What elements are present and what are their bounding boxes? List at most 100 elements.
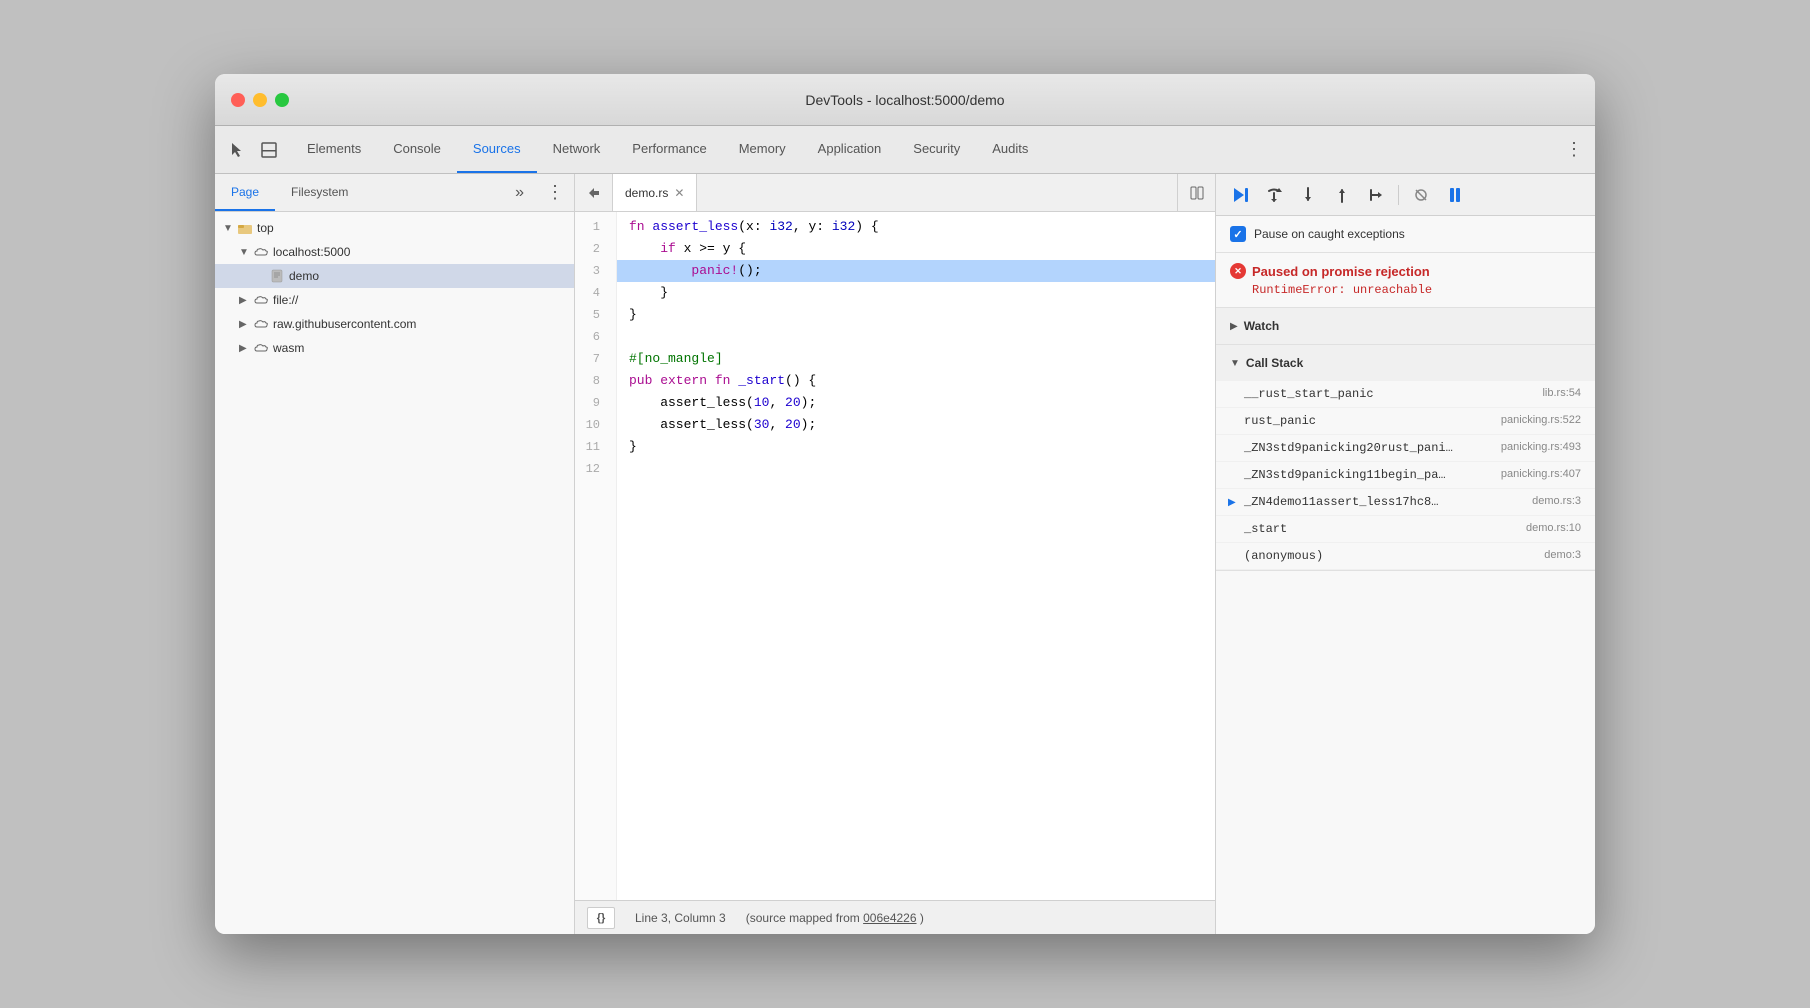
call-frame-loc-1: panicking.rs:522 bbox=[1501, 414, 1581, 426]
devtools-icons bbox=[223, 126, 283, 173]
editor-format-btn[interactable] bbox=[1177, 174, 1215, 211]
call-frame-4[interactable]: demo.rs:3 _ZN4demo11assert_less17hc8… bbox=[1216, 489, 1595, 516]
call-frame-3[interactable]: panicking.rs:407 _ZN3std9panicking11begi… bbox=[1216, 462, 1595, 489]
tree-item-file[interactable]: ▶ file:// bbox=[215, 288, 574, 312]
tab-page[interactable]: Page bbox=[215, 174, 275, 211]
maximize-button[interactable] bbox=[275, 93, 289, 107]
callstack-section: ▼ Call Stack lib.rs:54 __rust_start_pani… bbox=[1216, 345, 1595, 571]
code-line-9: assert_less(10, 20); bbox=[617, 392, 1215, 414]
rejection-detail: RuntimeError: unreachable bbox=[1230, 283, 1581, 297]
dock-icon[interactable] bbox=[255, 136, 283, 164]
watch-title: Watch bbox=[1244, 319, 1280, 333]
panel-more-button[interactable]: ⋮ bbox=[536, 174, 574, 211]
tree-item-raw[interactable]: ▶ raw.githubusercontent.com bbox=[215, 312, 574, 336]
tree-arrow-file: ▶ bbox=[239, 295, 253, 306]
left-panel-tabs: Page Filesystem » ⋮ bbox=[215, 174, 574, 212]
step-into-button[interactable] bbox=[1294, 181, 1322, 209]
step-button[interactable] bbox=[1362, 181, 1390, 209]
step-out-button[interactable] bbox=[1328, 181, 1356, 209]
status-source-map: (source mapped from 006e4226 ) bbox=[746, 911, 924, 925]
line-numbers: 1 2 3 4 5 6 7 8 9 10 11 12 bbox=[575, 212, 617, 900]
watch-header[interactable]: ▶ Watch bbox=[1216, 308, 1595, 344]
cloud-icon-raw bbox=[253, 316, 269, 332]
editor-tab-close[interactable]: ✕ bbox=[674, 186, 684, 200]
tab-console[interactable]: Console bbox=[377, 126, 457, 173]
call-frame-0[interactable]: lib.rs:54 __rust_start_panic bbox=[1216, 381, 1595, 408]
tree-item-demo[interactable]: demo bbox=[215, 264, 574, 288]
error-icon bbox=[1230, 263, 1246, 279]
tab-memory[interactable]: Memory bbox=[723, 126, 802, 173]
tree-arrow-localhost: ▼ bbox=[239, 247, 253, 258]
tree-item-wasm[interactable]: ▶ wasm bbox=[215, 336, 574, 360]
tree-label-raw: raw.githubusercontent.com bbox=[273, 317, 416, 331]
close-button[interactable] bbox=[231, 93, 245, 107]
tab-audits[interactable]: Audits bbox=[976, 126, 1044, 173]
right-panel: Pause on caught exceptions Paused on pro… bbox=[1215, 174, 1595, 934]
code-editor: demo.rs ✕ 1 2 3 4 5 6 7 bbox=[575, 174, 1215, 934]
code-line-3: panic!(); bbox=[617, 260, 1215, 282]
step-over-button[interactable] bbox=[1260, 181, 1288, 209]
exception-checkbox[interactable] bbox=[1230, 226, 1246, 242]
call-frame-2[interactable]: panicking.rs:493 _ZN3std9panicking20rust… bbox=[1216, 435, 1595, 462]
deactivate-breakpoints-button[interactable] bbox=[1407, 181, 1435, 209]
rejection-section: Paused on promise rejection RuntimeError… bbox=[1216, 253, 1595, 308]
callstack-header[interactable]: ▼ Call Stack bbox=[1216, 345, 1595, 381]
call-stack-list: lib.rs:54 __rust_start_panic panicking.r… bbox=[1216, 381, 1595, 570]
tree-label-file: file:// bbox=[273, 293, 298, 307]
call-frame-6[interactable]: demo:3 (anonymous) bbox=[1216, 543, 1595, 570]
call-frame-5[interactable]: demo.rs:10 _start bbox=[1216, 516, 1595, 543]
left-panel: Page Filesystem » ⋮ ▼ top ▼ bbox=[215, 174, 575, 934]
editor-tab-demo[interactable]: demo.rs ✕ bbox=[613, 174, 697, 211]
editor-tab-label: demo.rs bbox=[625, 186, 668, 200]
code-line-4: } bbox=[617, 282, 1215, 304]
code-line-11: } bbox=[617, 436, 1215, 458]
tab-application[interactable]: Application bbox=[802, 126, 898, 173]
rejection-title-row: Paused on promise rejection bbox=[1230, 263, 1581, 279]
tree-item-top[interactable]: ▼ top bbox=[215, 216, 574, 240]
tab-performance[interactable]: Performance bbox=[616, 126, 722, 173]
editor-nav-back[interactable] bbox=[575, 174, 613, 211]
code-line-10: assert_less(30, 20); bbox=[617, 414, 1215, 436]
window-controls bbox=[231, 93, 289, 107]
resume-button[interactable] bbox=[1226, 181, 1254, 209]
callstack-title: Call Stack bbox=[1246, 356, 1303, 370]
call-frame-loc-5: demo.rs:10 bbox=[1526, 522, 1581, 534]
call-frame-loc-4: demo.rs:3 bbox=[1532, 495, 1581, 507]
watch-section: ▶ Watch bbox=[1216, 308, 1595, 345]
tree-label-wasm: wasm bbox=[273, 341, 304, 355]
call-frame-loc-0: lib.rs:54 bbox=[1542, 387, 1581, 399]
call-frame-loc-6: demo:3 bbox=[1544, 549, 1581, 561]
cursor-icon[interactable] bbox=[223, 136, 251, 164]
pause-on-exception-button[interactable] bbox=[1441, 181, 1469, 209]
tree-label-localhost: localhost:5000 bbox=[273, 245, 350, 259]
tab-security[interactable]: Security bbox=[897, 126, 976, 173]
main-area: Page Filesystem » ⋮ ▼ top ▼ bbox=[215, 174, 1595, 934]
tab-network[interactable]: Network bbox=[537, 126, 617, 173]
code-editor-area[interactable]: 1 2 3 4 5 6 7 8 9 10 11 12 fn asse bbox=[575, 212, 1215, 900]
debugger-toolbar bbox=[1216, 174, 1595, 216]
more-panel-tabs[interactable]: » bbox=[503, 174, 536, 211]
more-tabs-button[interactable]: ⋮ bbox=[1553, 126, 1595, 173]
code-line-2: if x >= y { bbox=[617, 238, 1215, 260]
tree-item-localhost[interactable]: ▼ localhost:5000 bbox=[215, 240, 574, 264]
code-line-12 bbox=[617, 458, 1215, 480]
source-map-link[interactable]: 006e4226 bbox=[863, 911, 916, 925]
code-lines: fn assert_less(x: i32, y: i32) { if x >=… bbox=[617, 212, 1215, 900]
tree-arrow-wasm: ▶ bbox=[239, 343, 253, 354]
tab-elements[interactable]: Elements bbox=[291, 126, 377, 173]
tree-arrow-top: ▼ bbox=[223, 223, 237, 234]
exception-label: Pause on caught exceptions bbox=[1254, 227, 1405, 241]
watch-arrow: ▶ bbox=[1230, 321, 1238, 332]
tab-filesystem[interactable]: Filesystem bbox=[275, 174, 364, 211]
call-frame-loc-3: panicking.rs:407 bbox=[1501, 468, 1581, 480]
code-line-6 bbox=[617, 326, 1215, 348]
file-tree: ▼ top ▼ localhost:5000 bbox=[215, 212, 574, 934]
callstack-arrow: ▼ bbox=[1230, 358, 1240, 369]
tab-sources[interactable]: Sources bbox=[457, 126, 537, 173]
code-line-8: pub extern fn _start() { bbox=[617, 370, 1215, 392]
call-frame-1[interactable]: panicking.rs:522 rust_panic bbox=[1216, 408, 1595, 435]
tree-arrow-raw: ▶ bbox=[239, 319, 253, 330]
tab-bar: Elements Console Sources Network Perform… bbox=[215, 126, 1595, 174]
format-button[interactable]: {} bbox=[587, 907, 615, 929]
minimize-button[interactable] bbox=[253, 93, 267, 107]
